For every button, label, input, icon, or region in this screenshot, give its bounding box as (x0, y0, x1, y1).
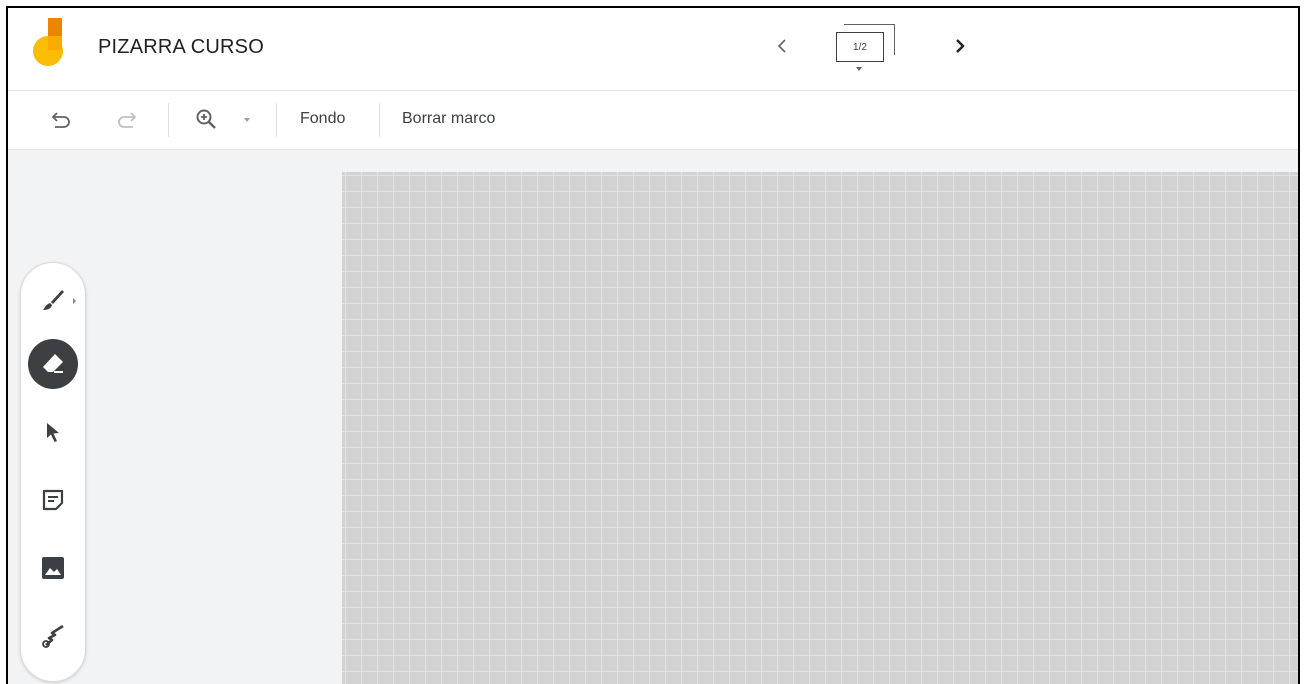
previous-frame-button[interactable] (768, 32, 796, 60)
toolbar-divider (168, 103, 169, 137)
undo-button[interactable] (48, 106, 76, 134)
dropdown-caret-icon (856, 67, 862, 71)
zoom-dropdown-button[interactable] (240, 113, 254, 127)
next-frame-button[interactable] (946, 32, 974, 60)
redo-button[interactable] (112, 106, 140, 134)
frame-indicator-button[interactable]: 1/2 (834, 22, 900, 76)
pen-tool-button[interactable] (26, 273, 80, 327)
submenu-arrow-icon (73, 298, 76, 304)
zoom-button[interactable] (192, 105, 220, 133)
sticky-note-icon (42, 489, 64, 511)
image-icon (42, 557, 64, 579)
select-tool-button[interactable] (26, 405, 80, 459)
whiteboard-canvas[interactable] (342, 172, 1298, 684)
background-button[interactable]: Fondo (300, 110, 345, 128)
active-tool-highlight (28, 339, 78, 389)
tool-rail (20, 262, 86, 682)
image-tool-button[interactable] (26, 541, 80, 595)
redo-icon (118, 112, 137, 128)
chevron-left-icon (777, 39, 786, 53)
toolbar: Fondo Borrar marco (8, 91, 1298, 150)
toolbar-divider (276, 103, 277, 137)
cursor-arrow-icon (47, 423, 59, 442)
laser-tool-button[interactable] (26, 609, 80, 663)
board-title[interactable]: PIZARRA CURSO (98, 36, 264, 59)
zoom-in-icon (196, 109, 216, 129)
chevron-right-icon (956, 39, 965, 53)
toolbar-divider (379, 103, 380, 137)
jamboard-logo-icon (32, 18, 72, 68)
eraser-tool-button[interactable] (26, 337, 80, 391)
dropdown-arrow-icon (244, 118, 250, 122)
frame-stack-front: 1/2 (836, 32, 884, 62)
undo-icon (51, 112, 70, 128)
canvas-area (8, 150, 1298, 684)
sticky-note-tool-button[interactable] (26, 473, 80, 527)
clear-frame-button[interactable]: Borrar marco (402, 110, 495, 128)
laser-pointer-icon (42, 624, 64, 648)
brush-icon (43, 290, 64, 310)
top-bar: PIZARRA CURSO 1/2 (8, 8, 1298, 91)
eraser-icon (43, 354, 63, 373)
jamboard-window: PIZARRA CURSO 1/2 Fondo Borrar marco (6, 6, 1300, 684)
frame-count: 1/2 (853, 41, 867, 53)
